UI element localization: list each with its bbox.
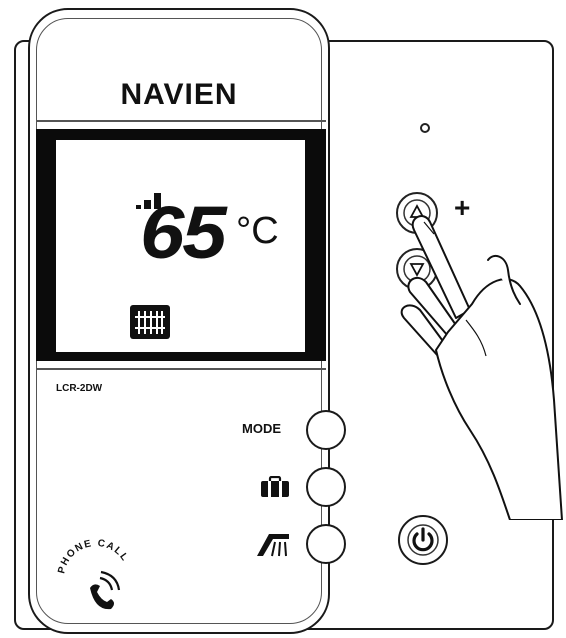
suitcase-icon bbox=[260, 475, 290, 503]
away-button[interactable] bbox=[306, 467, 346, 507]
power-button[interactable] bbox=[398, 515, 448, 565]
brand-logo: NAVIEN bbox=[120, 78, 238, 111]
phone-call-emblem: PHONE CALL bbox=[54, 538, 144, 623]
radiator-heating-icon bbox=[130, 305, 170, 339]
mode-button[interactable] bbox=[306, 410, 346, 450]
temperature-unit: °C bbox=[236, 210, 279, 252]
phone-call-label: PHONE CALL bbox=[56, 538, 129, 575]
bottom-divider bbox=[36, 368, 326, 370]
svg-text:PHONE CALL: PHONE CALL bbox=[56, 538, 130, 575]
mode-label: MODE bbox=[242, 421, 281, 436]
top-divider bbox=[36, 120, 326, 122]
hand-pointing-icon bbox=[400, 215, 563, 520]
model-label: LCR-2DW bbox=[56, 383, 103, 394]
shower-icon bbox=[255, 530, 293, 563]
temperature-readout: 65 bbox=[140, 191, 227, 274]
power-icon bbox=[407, 524, 439, 556]
phone-icon bbox=[90, 570, 121, 610]
hot-water-button[interactable] bbox=[306, 524, 346, 564]
status-led bbox=[420, 123, 430, 133]
